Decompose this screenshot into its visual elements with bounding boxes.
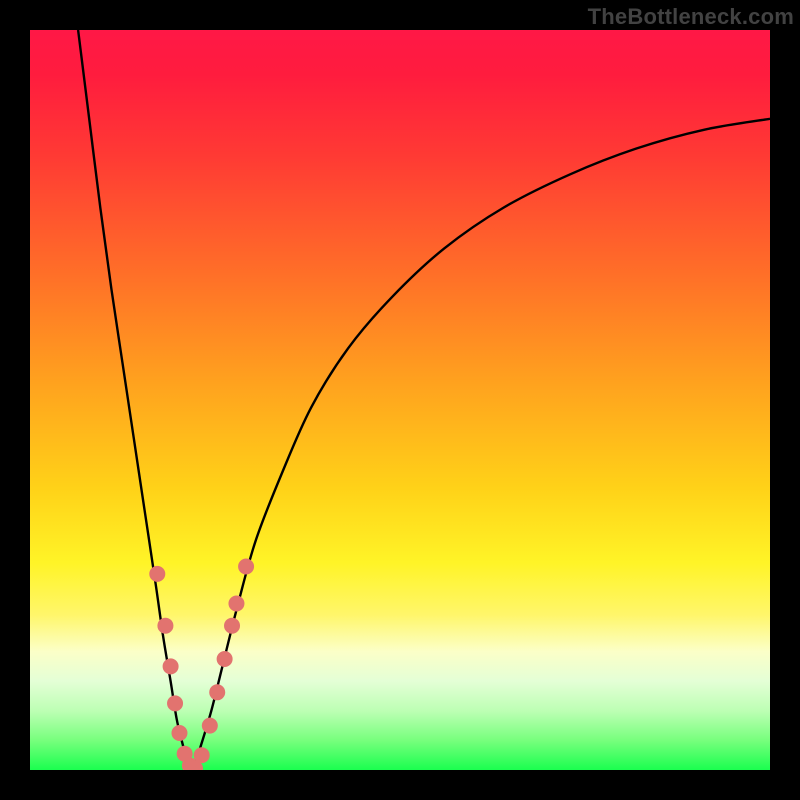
data-marker xyxy=(163,658,179,674)
watermark-text: TheBottleneck.com xyxy=(588,4,794,30)
chart-overlay xyxy=(30,30,770,770)
data-marker xyxy=(157,618,173,634)
plot-area xyxy=(30,30,770,770)
data-marker xyxy=(238,559,254,575)
data-marker xyxy=(194,747,210,763)
data-marker xyxy=(171,725,187,741)
data-marker xyxy=(149,566,165,582)
marker-group xyxy=(149,559,254,771)
curve-left-branch xyxy=(78,30,193,770)
data-marker xyxy=(209,684,225,700)
curve-group xyxy=(78,30,770,770)
data-marker xyxy=(228,596,244,612)
data-marker xyxy=(167,695,183,711)
data-marker xyxy=(224,618,240,634)
data-marker xyxy=(202,718,218,734)
chart-frame: TheBottleneck.com xyxy=(0,0,800,800)
data-marker xyxy=(217,651,233,667)
curve-right-branch xyxy=(193,119,770,770)
